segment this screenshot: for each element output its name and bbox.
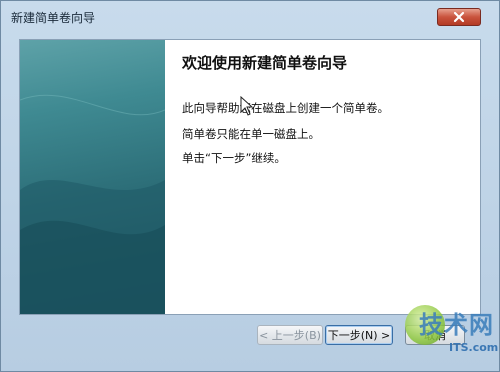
wizard-line-1: 此向导帮助您在磁盘上创建一个简单卷。 xyxy=(182,101,389,115)
wizard-client-area: 欢迎使用新建简单卷向导 此向导帮助您在磁盘上创建一个简单卷。 简单卷只能在单一磁… xyxy=(19,39,481,315)
wizard-heading: 欢迎使用新建简单卷向导 xyxy=(182,54,348,72)
wizard-line-2: 简单卷只能在单一磁盘上。 xyxy=(182,127,320,141)
wizard-content: 欢迎使用新建简单卷向导 此向导帮助您在磁盘上创建一个简单卷。 简单卷只能在单一磁… xyxy=(182,40,472,314)
next-button[interactable]: 下一步(N) > xyxy=(325,325,393,345)
watermark-site: ITS.com xyxy=(449,341,499,354)
site-watermark: 技术网 ITS.com xyxy=(405,301,500,371)
wizard-line-3: 单击“下一步”继续。 xyxy=(182,151,286,165)
wizard-side-banner xyxy=(20,40,165,314)
close-button[interactable] xyxy=(437,8,481,26)
close-icon xyxy=(453,11,465,23)
back-button[interactable]: < 上一步(B) xyxy=(257,325,323,345)
title-bar[interactable]: 新建简单卷向导 xyxy=(1,1,499,31)
wizard-window: 新建简单卷向导 欢迎使用新建简单卷向导 此向导帮助您在磁盘上创建一个简单卷。 简… xyxy=(0,0,500,372)
banner-graphic xyxy=(20,94,165,314)
mouse-cursor-icon xyxy=(240,96,254,116)
window-title: 新建简单卷向导 xyxy=(11,11,96,25)
watermark-brand: 技术网 xyxy=(419,311,494,339)
